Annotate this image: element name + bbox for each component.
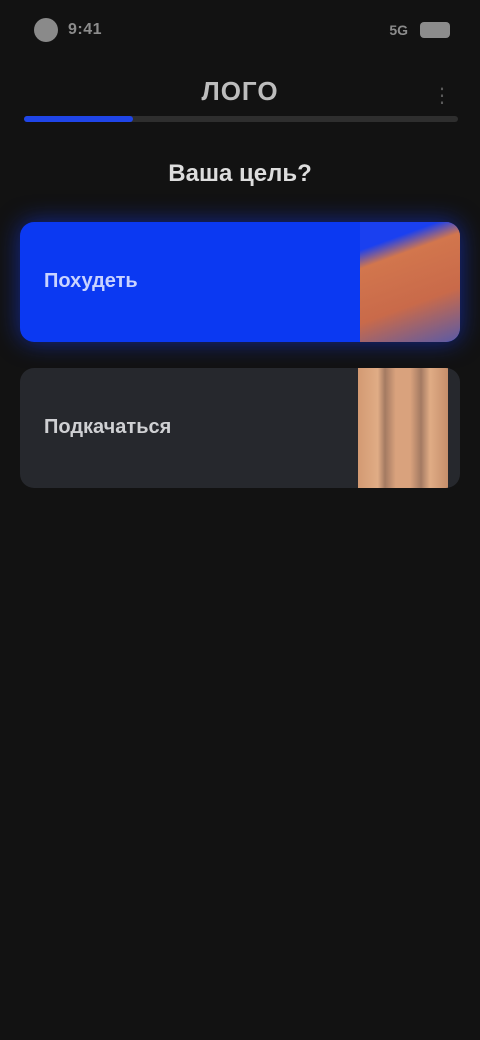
app-dot-icon bbox=[34, 18, 58, 42]
status-bar: 9:41 5G bbox=[0, 0, 480, 60]
battery-icon bbox=[420, 22, 450, 38]
body-legs-image bbox=[358, 368, 448, 488]
status-time: 9:41 bbox=[68, 21, 103, 38]
option-build-muscle[interactable]: Подкачаться bbox=[20, 368, 460, 488]
logo: ЛОГО bbox=[201, 76, 279, 106]
header: ЛОГО ⋮ bbox=[0, 66, 480, 136]
body-shape-image bbox=[360, 222, 460, 342]
status-right: 5G bbox=[389, 22, 450, 38]
progress-track bbox=[24, 116, 458, 122]
option-label: Подкачаться bbox=[44, 416, 172, 438]
option-lose-weight[interactable]: Похудеть bbox=[20, 222, 460, 342]
progress-fill bbox=[24, 116, 133, 122]
more-icon[interactable]: ⋮ bbox=[430, 84, 454, 108]
option-label: Похудеть bbox=[44, 270, 138, 292]
status-left: 9:41 bbox=[34, 18, 102, 42]
question-title: Ваша цель? bbox=[168, 160, 312, 187]
signal-icon: 5G bbox=[389, 22, 408, 38]
